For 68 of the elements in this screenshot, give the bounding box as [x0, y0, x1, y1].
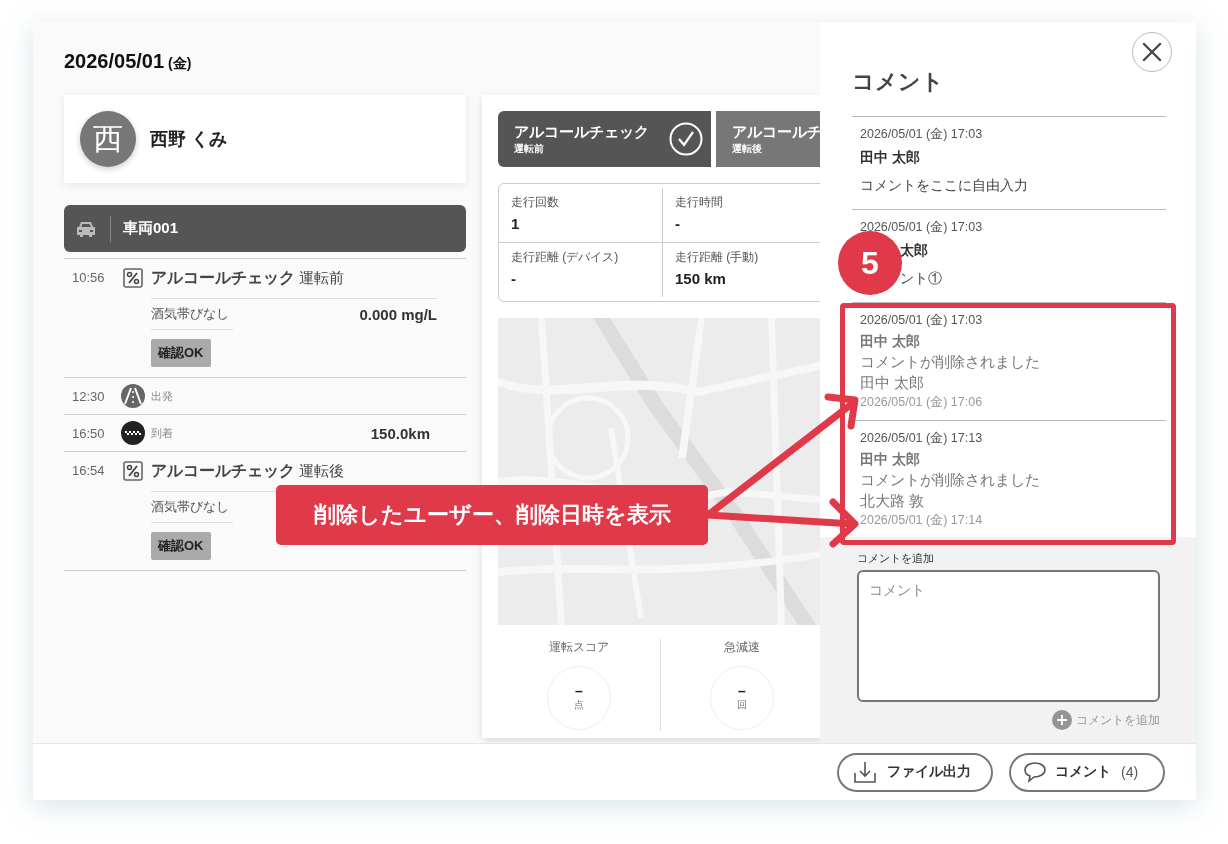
close-icon: [1141, 41, 1163, 63]
stat-label: 走行回数: [511, 194, 560, 211]
avatar: 西: [80, 111, 136, 167]
trip-label: 到着: [151, 425, 174, 441]
field-label: コメントを追加: [857, 551, 935, 566]
time-label: 10:56: [71, 269, 106, 287]
check-tab[interactable]: アルコールチェック 運転前: [498, 111, 711, 167]
weekday-label: (金): [168, 55, 192, 73]
score-unit: 点: [574, 698, 584, 712]
stat-value: 1: [511, 215, 521, 232]
driver-name: 西野 くみ: [150, 128, 227, 151]
finish-flag-icon: [121, 421, 145, 445]
stat-label: 走行距離 (手動): [675, 249, 760, 266]
comment-date: 2026/05/01 (金) 17:03: [860, 126, 984, 143]
check-phase: 運転前: [299, 269, 344, 288]
deleted-by-name: 田中 太郎: [860, 373, 926, 393]
speech-bubble-icon: [1023, 760, 1047, 784]
panel-title: コメント: [852, 68, 945, 96]
comment-date: 2026/05/01 (金) 17:03: [860, 312, 984, 329]
comment-text: コメントをここに自由入力: [860, 176, 1029, 195]
percent-icon: [123, 461, 143, 481]
deleted-at-date: 2026/05/01 (金) 17:06: [860, 394, 984, 411]
date-heading: 2026/05/01: [64, 50, 165, 73]
check-title: アルコールチェック: [151, 268, 295, 288]
score-label: 急減速: [724, 639, 760, 656]
download-icon: [853, 760, 877, 784]
result-label: 酒気帯びなし: [151, 491, 233, 523]
time-label: 16:50: [71, 425, 106, 441]
stat-label: 走行時間: [675, 194, 724, 211]
vehicle-name: 車両001: [123, 219, 179, 238]
comment-text: コメントが削除されました: [860, 470, 1041, 490]
score-unit: 回: [737, 698, 747, 712]
comment-date: 2026/05/01 (金) 17:13: [860, 430, 984, 447]
distance-value: 150.0km: [370, 424, 430, 442]
comment-author: 田中 太郎: [860, 332, 921, 351]
stat-value: -: [511, 270, 517, 287]
percent-icon: [123, 268, 143, 288]
check-title: アルコールチェック: [151, 461, 295, 481]
deleted-at-date: 2026/05/01 (金) 17:14: [860, 512, 984, 529]
comment-text: ント①: [899, 269, 943, 288]
comment-author: 太郎: [899, 241, 929, 260]
trip-label: 出発: [151, 388, 174, 404]
score-label: 運転スコア: [549, 639, 609, 656]
status-badge: 確認OK: [151, 339, 211, 367]
result-value: 0.000 mg/L: [359, 305, 437, 323]
comment-button[interactable]: コメント (4): [1009, 752, 1165, 792]
comment-author: 田中 太郎: [860, 450, 921, 469]
road-icon: [121, 384, 145, 408]
stat-value: -: [675, 215, 681, 232]
close-button[interactable]: [1132, 32, 1172, 72]
annotation-callout: 削除したユーザー、削除日時を表示: [276, 485, 708, 545]
status-badge: 確認OK: [151, 532, 211, 560]
comment-author: 田中 太郎: [860, 148, 921, 167]
score-value: –: [575, 684, 583, 698]
time-label: 12:30: [71, 388, 106, 404]
stat-label: 走行距離 (デバイス): [511, 249, 620, 266]
time-label: 16:54: [71, 462, 106, 480]
deleted-by-name: 北大路 敦: [860, 491, 926, 511]
check-circle-icon: [669, 122, 703, 156]
score-value: –: [738, 684, 746, 698]
comment-input[interactable]: コメント: [857, 570, 1160, 702]
export-button[interactable]: ファイル出力: [837, 752, 993, 792]
plus-icon: [1052, 710, 1072, 730]
comment-text: コメントが削除されました: [860, 352, 1041, 372]
result-label: 酒気帯びなし: [151, 298, 233, 330]
check-tab[interactable]: アルコールチ 運転後: [716, 111, 820, 167]
check-phase: 運転後: [299, 462, 344, 481]
stat-value: 150 km: [675, 270, 727, 287]
